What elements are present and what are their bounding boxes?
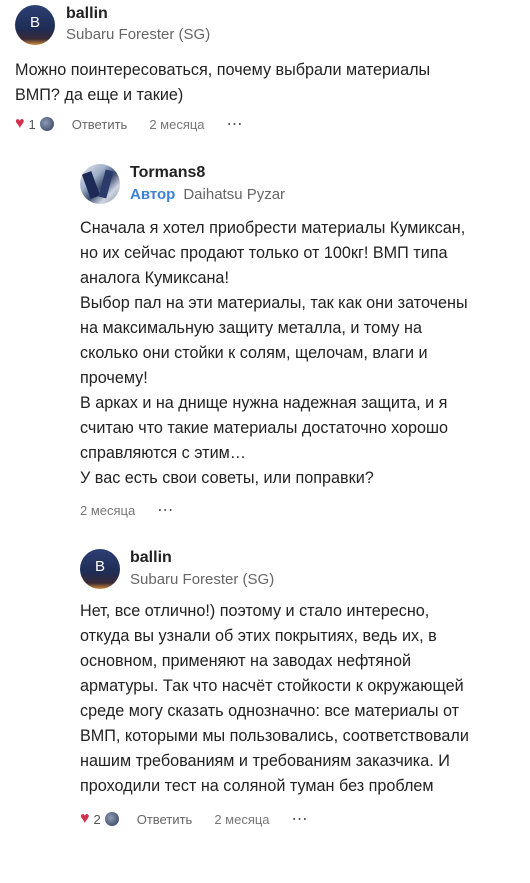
heart-icon[interactable]: ♥ (80, 810, 90, 828)
comment-author[interactable]: ballin (66, 5, 108, 23)
heart-icon[interactable]: ♥ (15, 115, 25, 133)
liker-avatar[interactable] (104, 812, 119, 826)
comment-actions: ♥ 1 Ответить 2 месяца ⋯ (15, 114, 244, 134)
comment-date: 2 месяца (80, 502, 136, 518)
comment-author[interactable]: ballin (130, 549, 172, 567)
reply-button[interactable]: Ответить (72, 117, 128, 132)
like-count[interactable]: 2 (94, 812, 101, 827)
avatar[interactable]: B (80, 549, 120, 589)
reply-button[interactable]: Ответить (137, 812, 193, 827)
comment-actions: ♥ 2 Ответить 2 месяца ⋯ (80, 809, 309, 829)
author-meta: Автор Daihatsu Pyzar (130, 186, 285, 203)
author-car[interactable]: Subaru Forester (SG) (130, 571, 274, 588)
more-dots-icon[interactable]: ⋯ (292, 809, 309, 829)
liker-avatar[interactable] (39, 117, 54, 131)
avatar-letter: B (29, 14, 40, 31)
comment-text: Можно поинтересоваться, почему выбрали м… (15, 61, 431, 104)
comment-text: Сначала я хотел приобрести материалы Кум… (80, 219, 468, 487)
avatar-letter: B (94, 558, 105, 575)
avatar[interactable]: B (15, 5, 55, 45)
author-car[interactable]: Subaru Forester (SG) (66, 26, 210, 43)
comment-text: Нет, все отлично!) поэтому и стало интер… (80, 602, 469, 795)
comment-date: 2 месяца (149, 116, 205, 132)
comment-actions: 2 месяца ⋯ (80, 500, 174, 520)
author-badge: Автор (130, 186, 176, 203)
author-car[interactable]: Daihatsu Pyzar (183, 186, 285, 203)
like-count[interactable]: 1 (29, 117, 36, 132)
more-dots-icon[interactable]: ⋯ (227, 114, 244, 134)
comment-author[interactable]: Tormans8 (130, 164, 205, 182)
comment-date: 2 месяца (214, 811, 270, 827)
avatar[interactable] (80, 164, 120, 204)
more-dots-icon[interactable]: ⋯ (157, 500, 174, 520)
